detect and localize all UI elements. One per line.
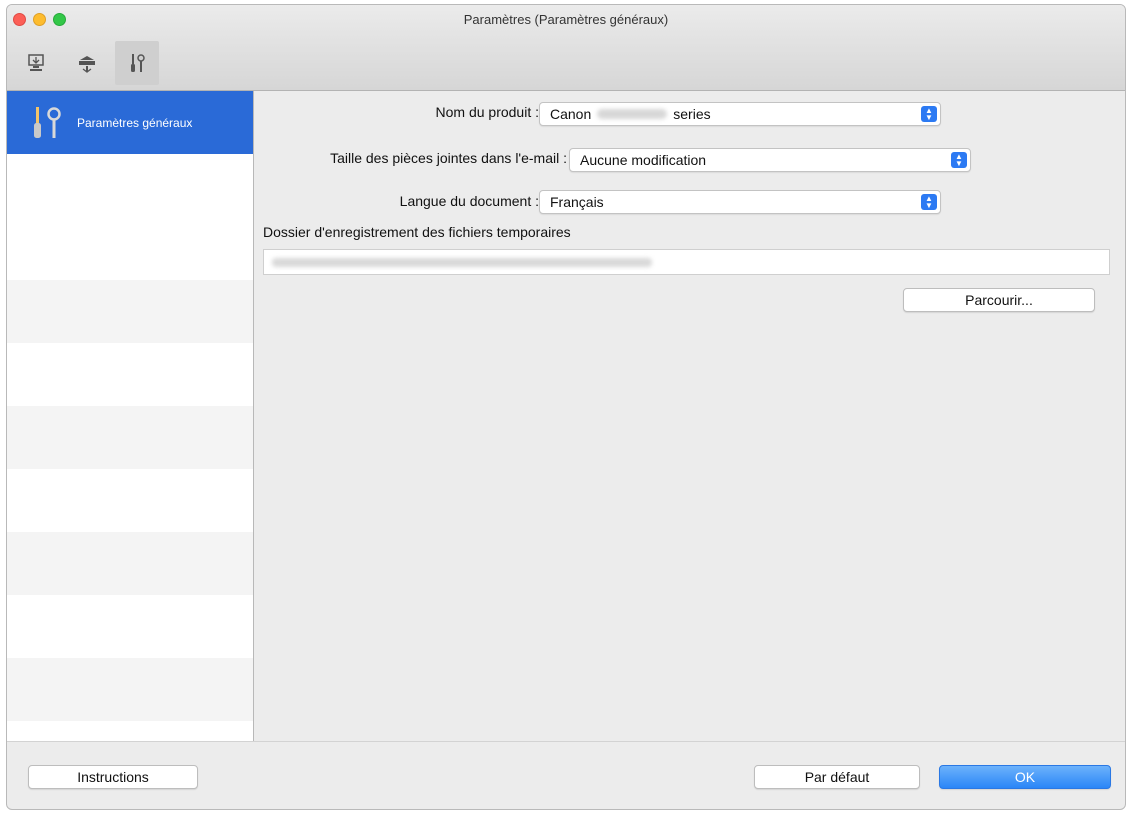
product-name-suffix: series	[673, 106, 711, 122]
default-button[interactable]: Par défaut	[754, 765, 920, 789]
footer: Instructions Par défaut OK	[7, 741, 1125, 809]
document-language-select[interactable]: Français ▲ ▼	[539, 190, 941, 214]
language-row: Langue du document :	[255, 193, 539, 209]
sidebar-empty-row	[7, 280, 253, 343]
product-name-prefix: Canon	[550, 106, 592, 122]
instructions-button[interactable]: Instructions	[28, 765, 198, 789]
updown-chevron-icon: ▲ ▼	[921, 106, 937, 122]
sidebar-empty-row	[7, 217, 253, 280]
temp-folder-label: Dossier d'enregistrement des fichiers te…	[263, 224, 571, 240]
settings-panel: Nom du produit : Canon series ▲ ▼ Taille …	[255, 91, 1125, 741]
sidebar-item-label: Paramètres généraux	[77, 115, 193, 130]
product-row: Nom du produit :	[255, 104, 540, 120]
document-language-label: Langue du document :	[399, 193, 539, 209]
sidebar: Paramètres généraux	[7, 91, 254, 741]
scan-computer-icon	[28, 54, 44, 71]
toolbar-scan-from-panel[interactable]	[65, 41, 109, 85]
temp-folder-path-field[interactable]	[263, 249, 1110, 275]
sidebar-empty-row	[7, 595, 253, 658]
scanner-icon	[79, 56, 95, 73]
product-name-select[interactable]: Canon series ▲ ▼	[539, 102, 941, 126]
updown-chevron-icon: ▲ ▼	[951, 152, 967, 168]
attachment-row: Taille des pièces jointes dans l'e-mail …	[255, 150, 567, 166]
settings-window: Paramètres (Paramètres généraux) Paramèt…	[6, 4, 1126, 810]
toolbar-scan-from-computer[interactable]	[15, 41, 59, 85]
toolbar-general-settings[interactable]	[115, 41, 159, 85]
attachment-size-label: Taille des pièces jointes dans l'e-mail …	[330, 150, 567, 166]
sidebar-empty-row	[7, 532, 253, 595]
sidebar-empty-row	[7, 469, 253, 532]
sidebar-empty-row	[7, 343, 253, 406]
redacted-model	[597, 109, 668, 119]
document-language-value: Français	[550, 194, 604, 210]
general-settings-icon	[131, 54, 145, 72]
temp-folder-row: Dossier d'enregistrement des fichiers te…	[263, 224, 571, 240]
product-name-label: Nom du produit :	[435, 104, 540, 120]
sidebar-empty-row	[7, 154, 253, 217]
window-title: Paramètres (Paramètres généraux)	[463, 12, 669, 27]
redacted-path	[272, 258, 652, 267]
general-settings-icon	[34, 106, 61, 138]
sidebar-empty-row	[7, 406, 253, 469]
browse-button[interactable]: Parcourir...	[903, 288, 1095, 312]
sidebar-empty-row	[7, 658, 253, 721]
title-bar: Paramètres (Paramètres généraux)	[7, 5, 1125, 91]
sidebar-item-general-settings[interactable]: Paramètres généraux	[7, 91, 253, 154]
updown-chevron-icon: ▲ ▼	[921, 194, 937, 210]
attachment-size-value: Aucune modification	[580, 152, 707, 168]
attachment-size-select[interactable]: Aucune modification ▲ ▼	[569, 148, 971, 172]
ok-button[interactable]: OK	[939, 765, 1111, 789]
